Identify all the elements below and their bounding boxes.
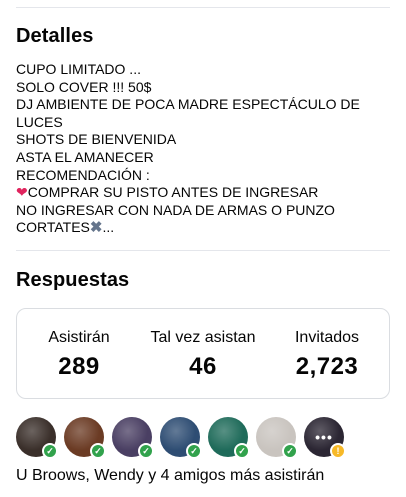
stat-maybe-label: Tal vez asistan [150,329,256,346]
stat-invited-label: Invitados [294,329,360,346]
check-icon: ✓ [138,443,154,459]
description-line: RECOMENDACIÓN : [16,166,150,183]
section-divider [16,250,390,251]
avatar[interactable]: •••! [304,417,346,459]
heart-icon: ❤ [16,184,28,201]
check-icon: ✓ [90,443,106,459]
description-line-with-heart: ❤COMPRAR SU PISTO ANTES DE INGRESAR [16,184,396,202]
stat-maybe-count: 46 [189,353,217,380]
check-icon: ✓ [42,443,58,459]
avatar[interactable]: ✓ [160,417,202,459]
friends-attending-text[interactable]: U Broows, Wendy y 4 amigos más asistirán [16,467,324,485]
see-more-ellipsis[interactable]: ... [102,219,114,235]
avatar[interactable]: ✓ [112,417,154,459]
avatar[interactable]: ✓ [16,417,58,459]
stat-going[interactable]: Asistirán 289 [17,309,141,398]
responses-summary-card: Asistirán 289 Tal vez asistan 46 Invitad… [16,308,390,399]
attendee-avatars[interactable]: ✓ ✓ ✓ ✓ ✓ ✓ •••! [16,417,346,459]
description-line: ASTA EL AMANECER [16,148,154,165]
clock-icon: ! [330,443,346,459]
stat-going-label: Asistirán [48,329,110,346]
avatar[interactable]: ✓ [208,417,250,459]
avatar[interactable]: ✓ [64,417,106,459]
description-text: COMPRAR SU PISTO ANTES DE INGRESAR [27,184,319,201]
description-line: SOLO COVER !!! 50$ [16,78,152,95]
description-line: SHOTS DE BIENVENIDA [16,131,177,148]
check-icon: ✓ [186,443,202,459]
description-text: NO INGRESAR CON NADA DE ARMAS O PUNZO CO… [16,201,335,236]
stat-invited[interactable]: Invitados 2,723 [265,309,389,398]
avatar[interactable]: ✓ [256,417,298,459]
top-divider [16,7,390,8]
stat-maybe[interactable]: Tal vez asistan 46 [141,309,265,398]
description-line: CUPO LIMITADO ... [16,61,141,77]
details-section-title: Detalles [16,25,94,47]
description-line: DJ AMBIENTE DE POCA MADRE ESPECTÁCULO DE… [16,96,360,130]
event-description: CUPO LIMITADO ... SOLO COVER !!! 50$ DJ … [16,61,396,237]
stat-invited-count: 2,723 [295,353,359,380]
cross-mark-icon: ✖ [89,219,103,237]
stat-going-count: 289 [58,353,100,380]
check-icon: ✓ [282,443,298,459]
responses-section-title: Respuestas [16,269,130,291]
description-line-with-cross: NO INGRESAR CON NADA DE ARMAS O PUNZO CO… [16,202,396,237]
check-icon: ✓ [234,443,250,459]
